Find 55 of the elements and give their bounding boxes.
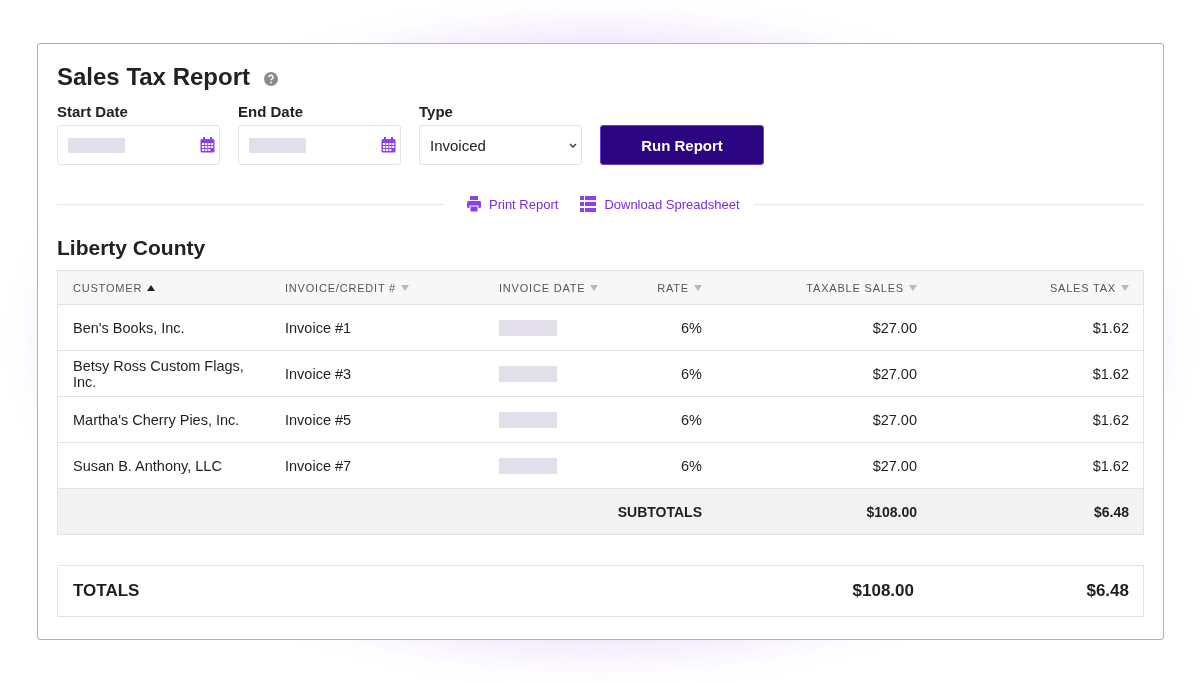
field-label: Type: [419, 103, 454, 120]
table-cell: $1.62: [1092, 411, 1129, 428]
totals-label: TOTALS: [73, 581, 140, 601]
redacted-bar: [249, 137, 306, 153]
table-cell: $1.62: [1092, 365, 1129, 382]
table-cell: Invoice #1: [285, 319, 352, 336]
calendar-icon[interactable]: [200, 137, 215, 153]
table-cell: $27.00: [872, 365, 917, 382]
column-header[interactable]: TAXABLE SALES: [806, 281, 917, 294]
action-link[interactable]: Download Spreadsheet: [580, 196, 740, 212]
table-cell: Ben's Books, Inc.: [73, 319, 185, 336]
redacted-bar: [499, 411, 557, 428]
table-cell: $1.62: [1092, 319, 1129, 336]
subtotals-label: SUBTOTALS: [617, 503, 702, 520]
subtotal-value: $6.48: [1093, 503, 1129, 520]
table-cell: Martha's Cherry Pies, Inc.: [73, 411, 240, 428]
run-report-button[interactable]: Run Report: [600, 125, 764, 165]
column-header[interactable]: RATE: [657, 281, 702, 294]
action-link[interactable]: Print Report: [467, 196, 559, 212]
table-cell: $27.00: [872, 319, 917, 336]
section-heading: Liberty County: [57, 236, 207, 260]
printer-icon: [467, 196, 481, 212]
calendar-icon[interactable]: [381, 137, 396, 153]
redacted-bar: [499, 457, 557, 474]
column-header[interactable]: SALES TAX: [1049, 281, 1129, 294]
table-cell: 6%: [681, 365, 702, 382]
table-cell: 6%: [681, 411, 702, 428]
redacted-bar: [499, 319, 557, 336]
column-header[interactable]: INVOICE/CREDIT #: [285, 281, 409, 294]
table-cell: 6%: [681, 319, 702, 336]
list-icon: [580, 196, 597, 212]
subtotal-value: $108.00: [866, 503, 917, 520]
redacted-bar: [499, 365, 557, 382]
total-value: $6.48: [1086, 581, 1129, 601]
chevron-icon: [569, 142, 577, 148]
table-cell: Invoice #3: [285, 365, 352, 382]
table-cell: Susan B. Anthony, LLC: [73, 457, 222, 474]
table-cell: 6%: [681, 457, 702, 474]
table-cell: $27.00: [872, 411, 917, 428]
table-cell: Invoice #7: [285, 457, 352, 474]
page-title: Sales Tax Report: [57, 63, 250, 91]
table-cell: Invoice #5: [285, 411, 352, 428]
column-header[interactable]: CUSTOMER: [73, 281, 156, 294]
type-select[interactable]: Invoiced: [419, 125, 582, 165]
field-label: End Date: [238, 103, 304, 120]
table-cell-text: Betsy Ross Custom Flags, Inc.: [73, 357, 245, 390]
column-header[interactable]: INVOICE DATE: [499, 281, 599, 294]
table-cell: $27.00: [872, 457, 917, 474]
date-field[interactable]: [57, 125, 220, 165]
date-field[interactable]: [238, 125, 401, 165]
help-icon[interactable]: [263, 72, 278, 86]
redacted-bar: [68, 137, 125, 153]
table-cell: $1.62: [1092, 457, 1129, 474]
field-label: Start Date: [57, 103, 129, 120]
total-value: $108.00: [852, 581, 914, 601]
